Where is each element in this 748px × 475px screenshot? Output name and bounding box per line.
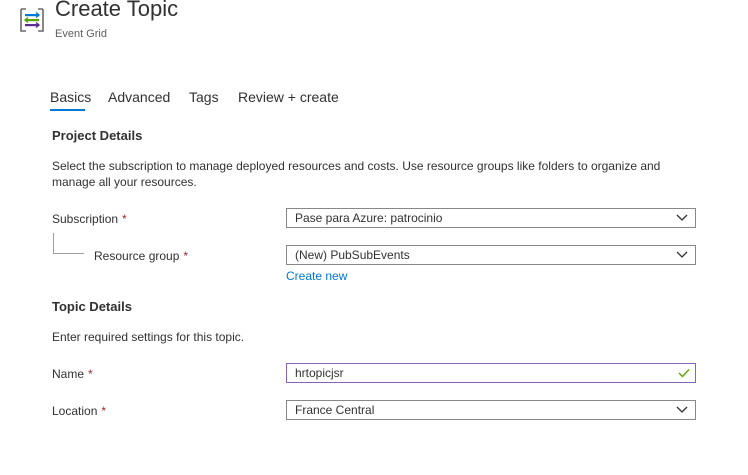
page-title: Create Topic: [55, 0, 179, 21]
active-tab-indicator: [50, 109, 85, 111]
name-input[interactable]: hrtopicjsr: [286, 363, 696, 383]
subscription-label-text: Subscription: [52, 212, 119, 226]
checkmark-icon: [678, 369, 690, 378]
resource-group-label: Resource group *: [94, 249, 188, 263]
required-marker: *: [122, 212, 127, 226]
location-dropdown[interactable]: France Central: [286, 400, 696, 420]
subscription-label: Subscription *: [52, 212, 127, 226]
required-marker: *: [183, 249, 189, 263]
tab-advanced[interactable]: Advanced: [108, 89, 170, 105]
tab-basics[interactable]: Basics: [50, 89, 91, 105]
tree-connector: [53, 253, 84, 254]
create-new-link[interactable]: Create new: [286, 269, 347, 283]
topic-details-description: Enter required settings for this topic.: [52, 330, 245, 344]
resource-group-label-text: Resource group: [94, 249, 180, 263]
chevron-down-icon: [676, 251, 688, 258]
name-label: Name *: [52, 367, 93, 381]
resource-group-value: (New) PubSubEvents: [295, 248, 410, 262]
project-details-heading: Project Details: [52, 128, 143, 143]
resource-group-dropdown[interactable]: (New) PubSubEvents: [286, 245, 696, 265]
location-label: Location *: [52, 404, 106, 418]
subscription-dropdown[interactable]: Pase para Azure: patrocinio: [286, 208, 696, 228]
chevron-down-icon: [676, 406, 688, 413]
subscription-value: Pase para Azure: patrocinio: [295, 211, 443, 225]
name-value: hrtopicjsr: [295, 366, 344, 380]
location-label-text: Location: [52, 404, 98, 418]
tab-tags[interactable]: Tags: [189, 89, 219, 105]
tree-connector: [53, 233, 54, 253]
name-label-text: Name: [52, 367, 85, 381]
topic-details-heading: Topic Details: [52, 299, 132, 314]
event-grid-icon: [20, 8, 44, 32]
required-marker: *: [88, 367, 93, 381]
page-subtitle: Event Grid: [55, 28, 107, 40]
chevron-down-icon: [676, 214, 688, 221]
tab-review-create[interactable]: Review + create: [238, 89, 339, 105]
required-marker: *: [101, 404, 107, 418]
location-value: France Central: [295, 403, 375, 417]
project-details-description: Select the subscription to manage deploy…: [52, 159, 661, 189]
